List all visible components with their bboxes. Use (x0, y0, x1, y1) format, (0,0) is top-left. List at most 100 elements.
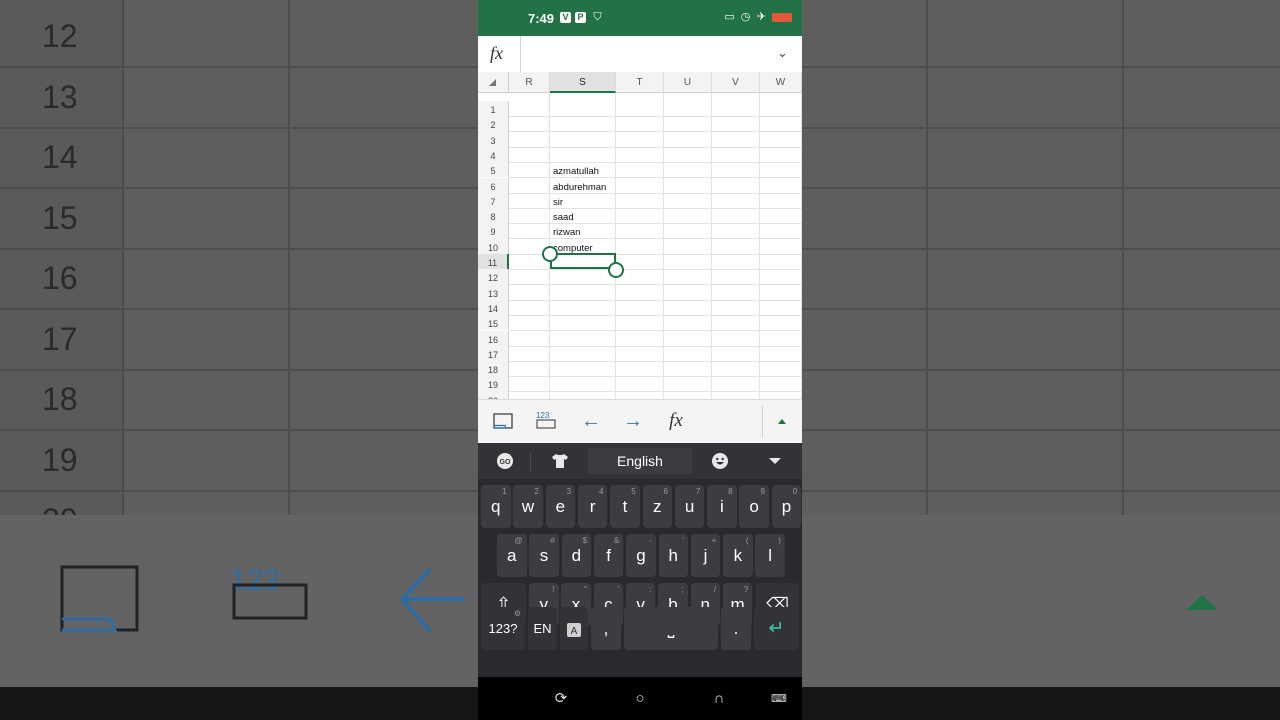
row-header-13[interactable]: 13 (478, 284, 509, 300)
key-t[interactable]: 5t (610, 485, 640, 528)
key-o[interactable]: 9o (739, 485, 769, 528)
column-header-S[interactable]: S (550, 72, 616, 93)
selection-handle-end[interactable] (608, 262, 624, 278)
period-key[interactable]: . (721, 607, 751, 650)
key-r[interactable]: 4r (577, 485, 608, 528)
arrow-right-icon[interactable]: → (621, 410, 645, 432)
cell-S9[interactable]: rizwan (553, 227, 580, 239)
key-g[interactable]: -g (626, 534, 656, 577)
home-icon[interactable]: ○ (630, 689, 650, 709)
row-header-3[interactable]: 3 (478, 131, 509, 147)
key-d[interactable]: $ d (561, 534, 592, 577)
quick-toolbar: 123 ← → fx (478, 399, 802, 444)
row-header-6[interactable]: 6 (478, 177, 509, 193)
row-header-4[interactable]: 4 (478, 146, 509, 163)
key-label: z (653, 497, 662, 516)
key-e[interactable]: 3e (545, 485, 576, 528)
key-i[interactable]: 8i (707, 485, 737, 528)
row-header-14[interactable]: 14 (478, 299, 509, 316)
svg-text:123: 123 (536, 411, 550, 420)
formula-input[interactable] (526, 44, 770, 66)
keyboard-switch-icon[interactable]: ⌨ (769, 689, 789, 709)
key-l[interactable]: ) l (755, 534, 785, 577)
svg-text:GO: GO (500, 459, 511, 466)
grid-hline (509, 116, 802, 117)
key-u[interactable]: 7u (674, 485, 705, 528)
grid-vline (663, 93, 664, 399)
key-p[interactable]: 0p (771, 485, 802, 528)
cell-S8[interactable]: saad (553, 212, 574, 224)
key-w[interactable]: 2w (513, 485, 543, 528)
column-header-T[interactable]: T (616, 72, 664, 93)
text-format-key[interactable]: A (560, 607, 588, 650)
back-icon[interactable]: ∩ (709, 689, 729, 709)
background-row-number: 15 (42, 199, 78, 236)
row-header-11[interactable]: 11 (478, 254, 509, 270)
key-label: w (521, 497, 535, 516)
key-hint: 9 (760, 487, 765, 496)
column-header-V[interactable]: V (712, 72, 760, 93)
cell-S5[interactable]: azmatullah (553, 166, 599, 178)
key-hint: 6 (663, 487, 668, 496)
key-j[interactable]: + j (690, 534, 721, 577)
cast-icon: ▭ (724, 11, 735, 23)
insert-function-icon[interactable]: fx (665, 410, 687, 432)
grid-hline (509, 360, 802, 362)
grid-hline (509, 330, 802, 332)
spreadsheet-grid[interactable]: RSTUVW 1234567891011121314151617181920 a… (478, 72, 802, 399)
row-header-20[interactable]: 20 (478, 391, 509, 399)
select-all-corner[interactable] (478, 72, 509, 93)
selected-cell-S11[interactable] (550, 253, 616, 269)
arrow-left-icon[interactable]: ← (579, 410, 603, 432)
key-k[interactable]: (k (723, 534, 753, 577)
selection-handle-start[interactable] (542, 246, 558, 262)
fx-icon[interactable]: fx (490, 43, 503, 64)
chevron-down-icon[interactable]: ⌄ (777, 45, 788, 61)
language-selector[interactable]: English (588, 448, 692, 474)
screen-icon[interactable] (492, 410, 514, 432)
key-f[interactable]: & f (593, 534, 624, 577)
row-header-1[interactable]: 1 (478, 101, 509, 117)
row-header-10[interactable]: 10 (478, 238, 509, 254)
numeric-keyboard-icon[interactable]: 123 (535, 410, 557, 432)
key-s[interactable]: # s (529, 534, 559, 577)
key-q[interactable]: 1q (481, 485, 511, 528)
emoji-icon[interactable] (710, 451, 730, 471)
theme-shirt-icon[interactable] (550, 451, 570, 471)
svg-text:123: 123 (230, 564, 280, 597)
cell-S7[interactable]: sir (553, 197, 563, 209)
comma-key[interactable]: , (591, 607, 621, 650)
recent-apps-icon[interactable]: ⟳ (551, 689, 571, 709)
column-header-W[interactable]: W (760, 72, 802, 93)
svg-text:A: A (571, 626, 578, 637)
key-label: d (571, 546, 582, 565)
background-row-number: 16 (42, 260, 78, 296)
column-header-U[interactable]: U (664, 72, 712, 93)
row-header-19[interactable]: 19 (478, 376, 509, 392)
space-key[interactable]: ⎵ (624, 607, 718, 650)
row-header-9[interactable]: 9 (478, 223, 509, 239)
key-label: g (636, 546, 646, 565)
expand-toolbar-icon[interactable] (778, 419, 786, 424)
keyboard-collapse-icon[interactable] (765, 451, 785, 471)
column-header-R[interactable]: R (509, 72, 550, 93)
language-switch-key[interactable]: EN (528, 607, 557, 650)
row-header-15[interactable]: 15 (478, 315, 509, 331)
phone-screen: 7:49 V P ⛉ ▭ ◷ ✈ fx ⌄ RSTUVW 1 2 3 4 5 6 7 8 9 10… (478, 0, 802, 720)
cell-S6[interactable]: abdurehman (553, 182, 606, 194)
key-a[interactable]: @ a (497, 534, 527, 577)
enter-key[interactable]: ↵ (754, 607, 799, 650)
row-header-8[interactable]: 8 (478, 208, 509, 224)
row-header-2[interactable]: 2 (478, 116, 509, 132)
row-header-18[interactable]: 18 (478, 361, 509, 377)
row-header-17[interactable]: 17 (478, 345, 509, 362)
key-z[interactable]: 6z (642, 485, 672, 528)
row-header-7[interactable]: 7 (478, 192, 509, 209)
row-header-16[interactable]: 16 (478, 330, 509, 346)
key-h[interactable]: ' h (658, 534, 688, 577)
row-header-12[interactable]: 12 (478, 269, 509, 285)
numbers-symbols-key[interactable]: 123? ⚙ (481, 607, 525, 650)
go-keyboard-icon[interactable]: GO (495, 451, 515, 471)
key-hint: $ (582, 536, 588, 545)
row-header-5[interactable]: 5 (478, 162, 509, 178)
